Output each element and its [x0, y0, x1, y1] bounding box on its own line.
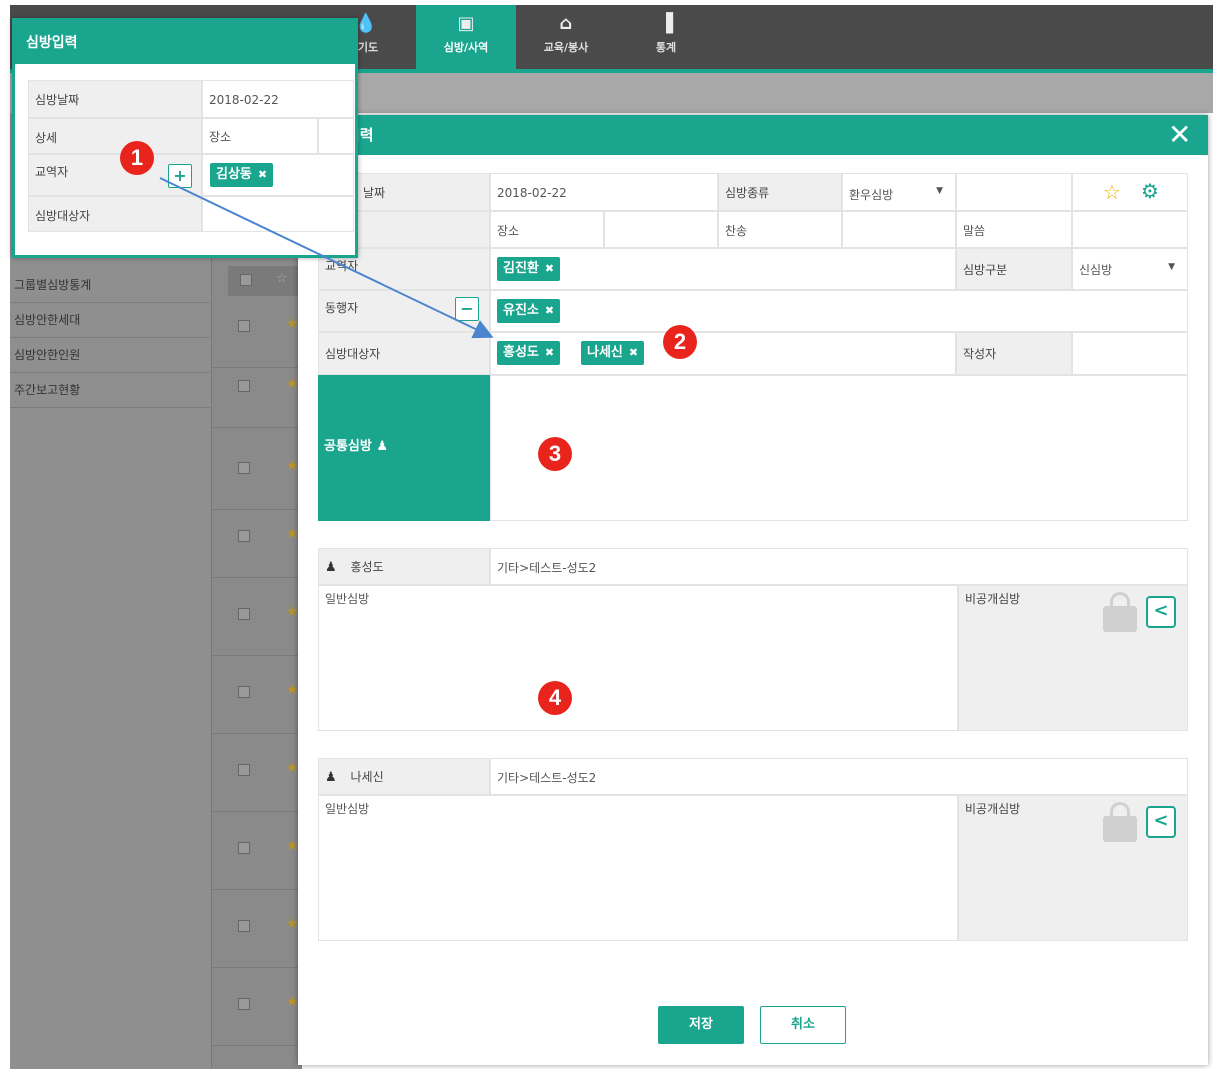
step-badge-4: 4 — [538, 681, 572, 715]
step-badge-2: 2 — [663, 325, 697, 359]
annotation-arrow — [159, 177, 494, 339]
step-badge-3: 3 — [538, 437, 572, 471]
step-badge-1: 1 — [120, 141, 154, 175]
